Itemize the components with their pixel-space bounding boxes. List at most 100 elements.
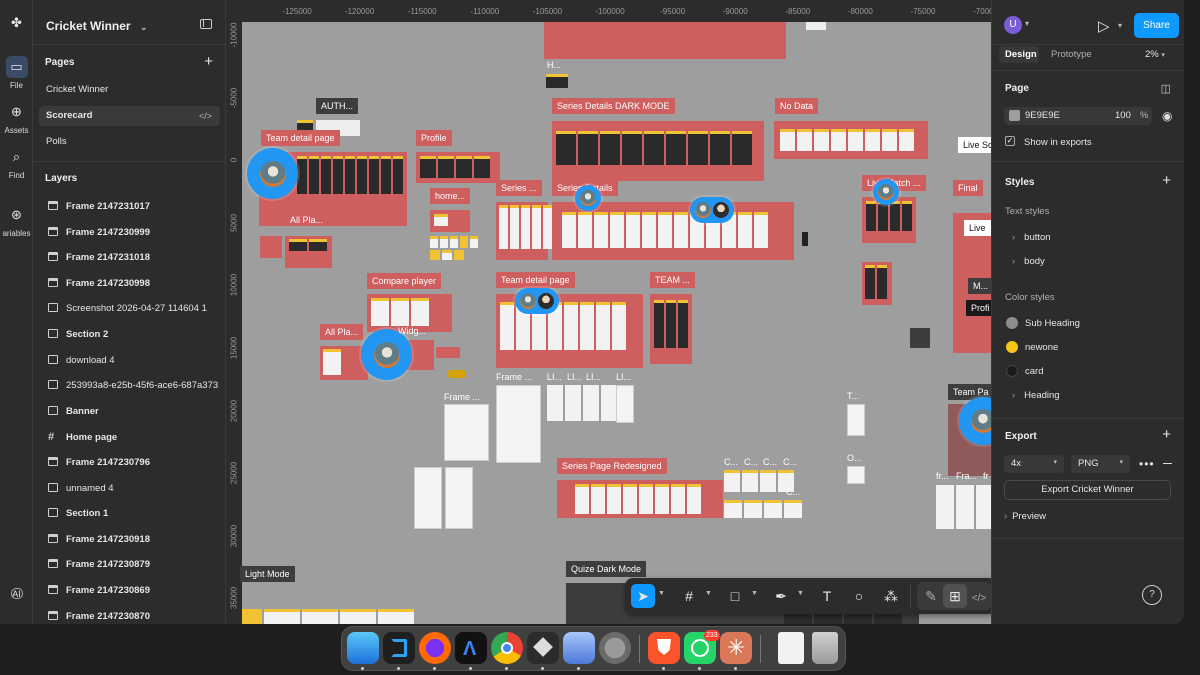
canvas-label-fr1[interactable]: fr... [936, 471, 949, 481]
comment-tool-button[interactable]: ○ [847, 584, 871, 608]
canvas-label-c5[interactable]: C... [786, 487, 800, 497]
document-stack-icon[interactable] [778, 632, 804, 664]
canvas-label-light-mode[interactable]: Light Mode [240, 566, 295, 582]
canvas-label-series-redesign[interactable]: Series Page Redesigned [557, 458, 667, 474]
color-style-newone[interactable]: newone [1025, 342, 1058, 353]
zoom-level[interactable]: 2% ▾ [1145, 49, 1165, 60]
rail-assets-button[interactable]: ⊕ Assets [0, 101, 33, 135]
vscode-app-icon[interactable] [383, 632, 415, 664]
figma-menu-button[interactable]: ✤ [0, 12, 33, 37]
export-scale-select[interactable]: 4x ▾ [1004, 455, 1064, 473]
canvas-element[interactable] [910, 328, 930, 348]
rail-find-button[interactable]: ⌕ Find [0, 146, 33, 180]
trash-icon[interactable] [812, 632, 838, 664]
canvas-label-h[interactable]: H... [547, 60, 561, 70]
page-color-field[interactable]: 9E9E9E 100 % [1004, 107, 1152, 125]
cube-app-icon[interactable] [527, 632, 559, 664]
canvas-label-c2[interactable]: C... [744, 457, 758, 467]
canvas-label-m[interactable]: M... [968, 278, 991, 294]
canvas-frame[interactable] [260, 236, 282, 258]
rail-variables-button[interactable]: ⊛ ariables [0, 204, 33, 238]
canvas-label-team[interactable]: TEAM ... [650, 272, 696, 288]
canvas-wireframe[interactable] [496, 385, 541, 463]
tab-design[interactable]: Design [1005, 49, 1037, 60]
color-style-card[interactable]: card [1025, 366, 1043, 377]
canvas-label-auth[interactable]: AUTH... [316, 98, 359, 114]
finder-app-icon[interactable] [347, 632, 379, 664]
chevron-down-icon[interactable]: ▼ [751, 590, 758, 597]
text-tool-button[interactable]: T [815, 584, 839, 608]
canvas-frame-team[interactable] [650, 294, 692, 364]
preview-app-icon[interactable] [563, 632, 595, 664]
canvas-label-home[interactable]: home... [430, 188, 471, 204]
canvas-wireframe[interactable] [414, 467, 442, 529]
canvas-label-c4[interactable]: C... [783, 457, 797, 467]
chevron-down-icon[interactable]: ▼ [658, 590, 665, 597]
collaborator-avatar[interactable] [873, 179, 899, 205]
layer-item[interactable]: Banner [39, 402, 223, 422]
add-page-icon[interactable]: + [204, 53, 213, 70]
canvas-thumbnail[interactable] [297, 120, 313, 130]
share-button[interactable]: Share [1134, 13, 1179, 38]
layer-item[interactable]: Frame 2147230796 [39, 453, 223, 473]
move-tool-button[interactable]: ➤ [631, 584, 655, 608]
collaborator-avatar-group[interactable] [515, 288, 559, 314]
canvas-label-li1[interactable]: LI... [547, 372, 562, 382]
layer-item[interactable]: Frame 2147230999 [39, 223, 223, 243]
canvas-wireframe[interactable] [444, 404, 489, 461]
chevron-down-icon[interactable]: ▾ [1118, 21, 1122, 30]
claude-app-icon[interactable]: ✳ [720, 632, 752, 664]
canvas-frame-series[interactable] [496, 202, 552, 260]
canvas-element[interactable] [802, 232, 808, 246]
frame-tool-button[interactable]: # [677, 584, 701, 608]
rail-file-button[interactable]: ▭ File [0, 56, 33, 90]
canvas-label-compare-player[interactable]: Compare player [367, 273, 442, 289]
tab-prototype[interactable]: Prototype [1051, 49, 1092, 60]
canvas-frame[interactable] [285, 236, 332, 268]
canvas-label-no-data[interactable]: No Data [775, 98, 819, 114]
layer-item[interactable]: Section 1 [39, 504, 223, 524]
canvas-wireframe[interactable] [616, 385, 634, 423]
canvas-label-team-detail-2[interactable]: Team detail page [496, 272, 575, 288]
layer-item[interactable]: Section 2 [39, 325, 223, 345]
canvas-wireframe[interactable] [445, 467, 473, 529]
canvas-frame-no-data[interactable] [774, 121, 928, 159]
local-variables-icon[interactable]: ◫ [1161, 82, 1171, 95]
canvas-label-final[interactable]: Final [953, 180, 983, 196]
layer-item[interactable]: Frame 2147230879 [39, 555, 223, 575]
canvas-frame[interactable] [544, 22, 786, 59]
layer-item[interactable]: download 4 [39, 351, 223, 371]
layer-item[interactable]: Frame 2147230869 [39, 581, 223, 601]
canvas-label-all-players[interactable]: All Pla... [290, 215, 323, 225]
export-settings-icon[interactable]: ••• [1139, 457, 1155, 471]
layer-item[interactable]: unnamed 4 [39, 479, 223, 499]
canvas-label-o[interactable]: O... [847, 453, 862, 463]
canvas-label-team-detail[interactable]: Team detail page [261, 130, 340, 146]
page-item-polls[interactable]: Polls [39, 132, 220, 152]
canvas-thumbnail[interactable] [806, 22, 826, 30]
layer-item[interactable]: 253993a8-e25b-45f6-ace6-687a373 [39, 376, 223, 396]
text-style-body[interactable]: › body [1012, 256, 1045, 267]
canvas-label-frame-b[interactable]: Frame ... [444, 392, 480, 402]
add-export-icon[interactable]: + [1162, 426, 1171, 443]
canvas-wireframe[interactable] [847, 466, 865, 484]
canvas-label-live-score[interactable]: Live Sc [958, 137, 991, 153]
actions-tool-button[interactable]: ⁂ [879, 584, 903, 608]
pen-tool-button[interactable]: ✒ [769, 584, 793, 608]
shape-tool-button[interactable]: □ [723, 584, 747, 608]
color-style-sub-heading[interactable]: Sub Heading [1025, 318, 1080, 329]
canvas-wireframe[interactable] [847, 404, 865, 436]
canvas-label-li2[interactable]: LI... [567, 372, 582, 382]
layer-item[interactable]: Frame 2147230870 [39, 607, 223, 624]
canvas-thumbnail[interactable] [546, 74, 568, 88]
canvas-label-profi[interactable]: Profi [966, 300, 991, 316]
design-mode-button[interactable]: ⊞ [943, 584, 967, 608]
color-style-group-heading[interactable]: › Heading [1012, 390, 1060, 401]
canvas-label-frame-a[interactable]: Frame ... [496, 372, 532, 382]
canvas-label-li3[interactable]: LI... [586, 372, 601, 382]
chevron-down-icon[interactable]: ▾ [1025, 19, 1029, 28]
layer-item[interactable]: # Home page [39, 427, 223, 447]
canvas-label-li4[interactable]: LI... [616, 372, 631, 382]
collaborator-avatar[interactable] [361, 329, 412, 380]
layer-item[interactable]: Frame 2147230918 [39, 530, 223, 550]
